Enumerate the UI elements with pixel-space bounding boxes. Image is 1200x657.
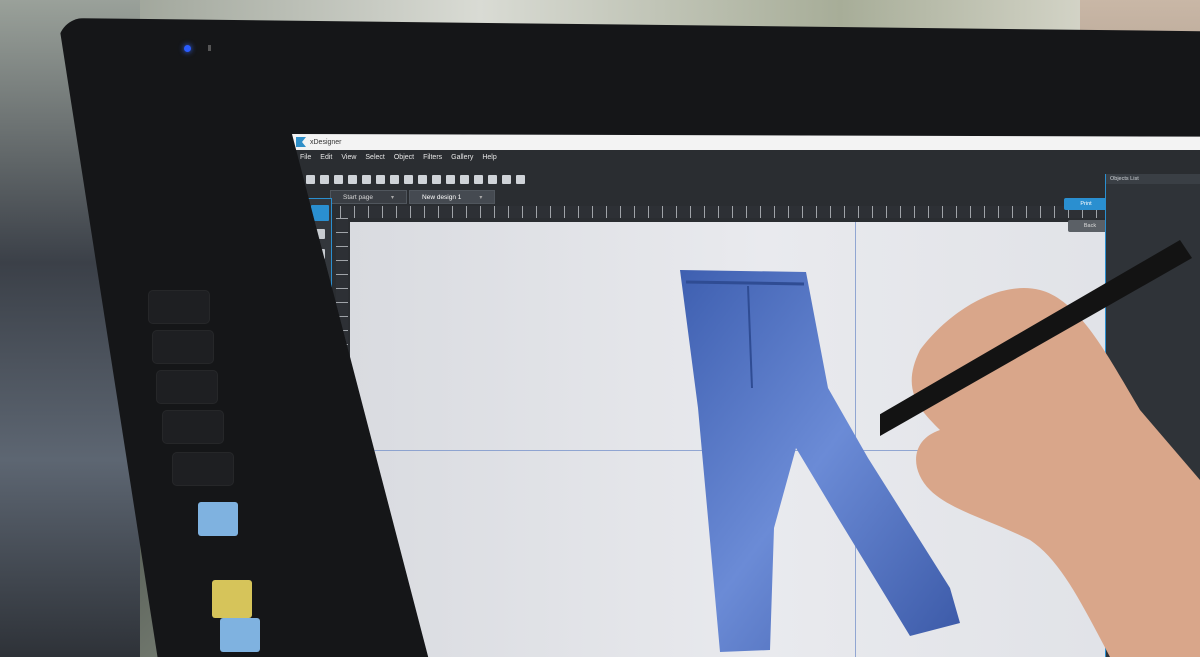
ungroup-icon[interactable] <box>474 174 483 184</box>
menu-view[interactable]: View <box>341 154 356 166</box>
panel-title: Objects List <box>1106 174 1200 184</box>
hardware-button-5[interactable] <box>172 452 234 486</box>
hardware-button-3[interactable] <box>156 370 218 404</box>
menu-file[interactable]: File <box>300 154 311 166</box>
app-logo-icon <box>296 137 306 147</box>
align-center-icon[interactable] <box>334 174 343 184</box>
hardware-button-4[interactable] <box>162 410 224 444</box>
hardware-key-blue-1[interactable] <box>198 502 238 536</box>
copy-icon[interactable] <box>502 174 511 184</box>
hardware-key-blue-2[interactable] <box>220 618 260 652</box>
tab-label: Start page <box>343 193 373 201</box>
menu-bar: File Edit View Select Object Filters Gal… <box>300 154 497 166</box>
print-button[interactable]: Print <box>1064 198 1108 210</box>
align-right-icon[interactable] <box>348 174 357 184</box>
menu-filters[interactable]: Filters <box>423 154 442 166</box>
arrange-icon[interactable] <box>488 174 497 184</box>
tab-label: New design 1 <box>422 193 462 201</box>
tab-start-page[interactable]: Start page ▾ <box>330 190 408 204</box>
menu-select[interactable]: Select <box>365 154 384 166</box>
lightning-icon[interactable] <box>306 174 315 184</box>
app-title: xDesigner <box>310 138 342 146</box>
distribute-v-icon[interactable] <box>418 174 427 184</box>
menu-edit[interactable]: Edit <box>320 154 332 166</box>
align-top-icon[interactable] <box>362 174 371 184</box>
align-left-icon[interactable] <box>320 174 329 184</box>
toolbar <box>306 172 525 186</box>
hand-shape <box>911 288 1200 657</box>
hardware-button-2[interactable] <box>152 330 214 364</box>
waistband-seam <box>685 280 805 286</box>
hardware-key-yellow[interactable] <box>212 580 252 618</box>
ruler-horizontal <box>340 206 1180 218</box>
hardware-button-1[interactable] <box>148 290 210 324</box>
group-icon[interactable] <box>460 174 469 184</box>
align-bottom-icon[interactable] <box>390 174 399 184</box>
flip-v-icon[interactable] <box>446 174 455 184</box>
close-icon[interactable]: ▾ <box>391 194 394 201</box>
paste-icon[interactable] <box>516 174 525 184</box>
distribute-h-icon[interactable] <box>404 174 413 184</box>
align-middle-icon[interactable] <box>376 174 385 184</box>
menu-gallery[interactable]: Gallery <box>451 154 473 166</box>
tab-new-design-1[interactable]: New design 1 ▾ <box>409 190 496 204</box>
hand-with-stylus <box>880 240 1200 657</box>
title-bar: xDesigner <box>292 134 1200 150</box>
document-tabs: Start page ▾ New design 1 ▾ <box>330 190 497 204</box>
sensor-icon <box>208 45 211 51</box>
flip-h-icon[interactable] <box>432 174 441 184</box>
webcam-led-icon <box>184 45 191 52</box>
menu-object[interactable]: Object <box>394 154 414 166</box>
close-icon[interactable]: ▾ <box>479 194 482 201</box>
menu-help[interactable]: Help <box>482 154 496 166</box>
